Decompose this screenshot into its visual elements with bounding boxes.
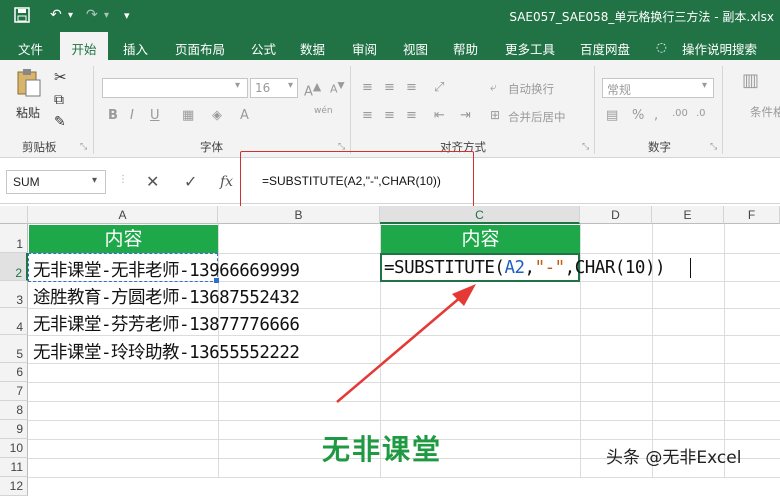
annotation-arrow: [336, 284, 476, 403]
source-credit: 头条 @无非Excel: [606, 448, 742, 468]
row-header-12[interactable]: 12: [0, 477, 28, 496]
watermark-logo: 无非课堂: [322, 433, 443, 466]
